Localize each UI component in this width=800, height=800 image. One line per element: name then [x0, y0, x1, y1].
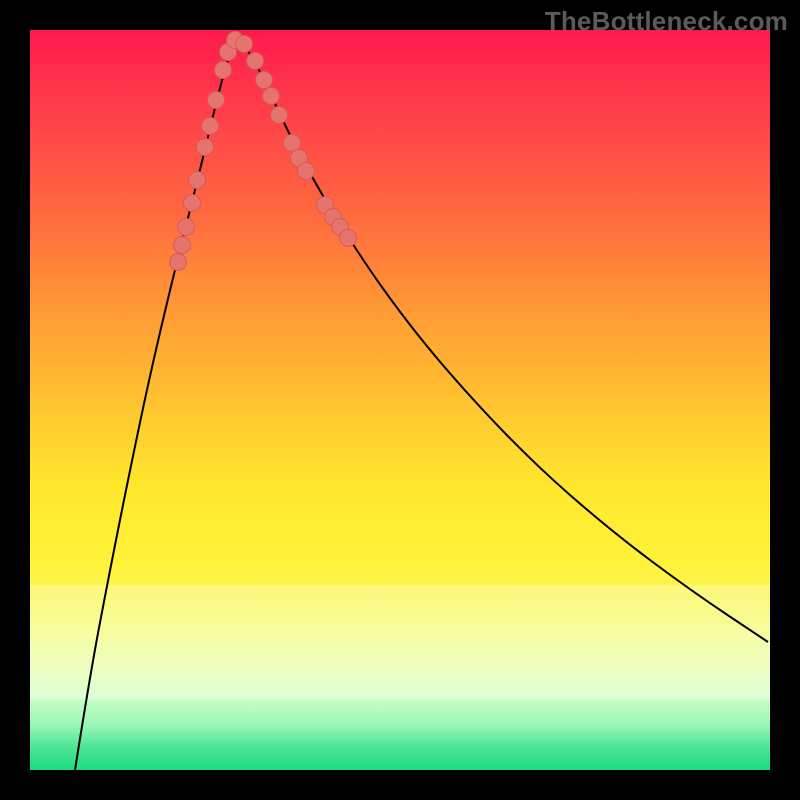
marker-dot	[197, 139, 214, 156]
marker-dot	[170, 254, 187, 271]
marker-dot	[325, 209, 342, 226]
marker-dot	[236, 36, 253, 53]
marker-dot	[317, 197, 334, 214]
pale-highlight-band	[30, 585, 770, 700]
marker-dot	[340, 230, 357, 247]
marker-dot	[174, 237, 191, 254]
marker-dot	[189, 172, 206, 189]
marker-dot	[178, 219, 195, 236]
marker-dot	[291, 150, 308, 167]
marker-dot	[298, 163, 315, 180]
chart-plot-area	[30, 30, 770, 770]
marker-dot	[202, 118, 219, 135]
marker-dot	[215, 62, 232, 79]
marker-dot	[184, 195, 201, 212]
marker-dot	[220, 44, 237, 61]
marker-dot	[208, 92, 225, 109]
marker-dot	[263, 88, 280, 105]
marker-dot	[256, 72, 273, 89]
marker-dot	[247, 53, 264, 70]
highlighted-points-group	[170, 32, 357, 271]
marker-dot	[227, 32, 244, 49]
marker-dot	[271, 107, 288, 124]
marker-dot	[284, 135, 301, 152]
marker-dot	[332, 219, 349, 236]
